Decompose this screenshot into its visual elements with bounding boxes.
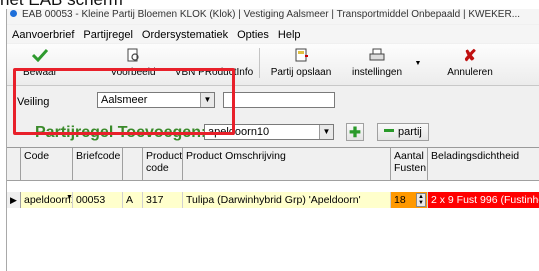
column-header[interactable]: Aantal Fusten <box>391 148 428 181</box>
spinner-icon[interactable]: ▲ ▼ <box>416 193 426 207</box>
veiling-filter-bar: Veiling Aalsmeer ▼ <box>7 87 539 119</box>
chevron-down-icon[interactable]: ▼ <box>319 125 333 139</box>
column-header[interactable]: Beladingsdichtheid <box>428 148 539 181</box>
checkmark-icon <box>15 47 65 67</box>
cell-aantal-fusten[interactable]: 18 ▲ ▼ <box>391 192 428 208</box>
column-header[interactable]: Briefcode <box>73 148 123 181</box>
cell-type[interactable]: A <box>123 192 143 208</box>
title-bar: EAB 00053 - Kleine Partij Bloemen KLOK (… <box>7 9 539 24</box>
caption-text: het EAB scherm <box>0 0 539 9</box>
menu-bar: Aanvoerbrief Partijregel Ordersystematiek O… <box>7 25 539 43</box>
cell-product-code[interactable]: 317 <box>143 192 183 208</box>
app-icon <box>10 10 17 17</box>
partij-opslaan-button[interactable]: Partij opslaan <box>263 44 339 86</box>
save-partij-icon <box>263 47 339 67</box>
cell-omschrijving[interactable]: Tulipa (Darwinhybrid Grp) 'Apeldoorn' <box>183 192 391 208</box>
veiling-select[interactable]: Aalsmeer ▼ <box>97 92 215 108</box>
window-title: EAB 00053 - Kleine Partij Bloemen KLOK (… <box>22 9 521 20</box>
toolbar-separator <box>259 48 260 78</box>
chevron-down-icon[interactable]: ▼ <box>200 93 214 107</box>
cell-briefcode[interactable]: 00053 <box>73 192 123 208</box>
chevron-down-icon: ▼ <box>414 60 422 67</box>
column-header[interactable] <box>123 148 143 181</box>
instellingen-dropdown-button[interactable]: ▼ <box>411 44 425 86</box>
voorbeeld-button[interactable]: Voorbeeld <box>105 44 161 86</box>
cell-beladingsdichtheid[interactable]: 2 x 9 Fust 996 (Fustinhoud: 10 <box>428 192 539 208</box>
partijregel-title: Partijregel Toevoegen: <box>35 124 207 141</box>
close-icon: ✘ <box>463 48 477 65</box>
plus-icon: ✚ <box>349 124 361 140</box>
partijregel-grid: Code Briefcode Product code Product Omsc… <box>7 147 539 271</box>
veiling-label: Veiling <box>17 96 50 108</box>
menu-aanvoerbrief[interactable]: Aanvoerbrief <box>7 25 78 42</box>
toolbar: Bewaar Voorbeeld VBN PRoductInfo Partij … <box>7 44 539 86</box>
app-window: EAB 00053 - Kleine Partij Bloemen KLOK (… <box>6 9 539 271</box>
menu-ordersystematiek[interactable]: Ordersystematiek <box>137 25 232 42</box>
veiling-extra-input[interactable] <box>223 92 335 108</box>
column-header[interactable]: Code <box>21 148 73 181</box>
column-header[interactable]: Product code <box>143 148 183 181</box>
bewaar-button[interactable]: Bewaar <box>15 44 65 86</box>
menu-help[interactable]: Help <box>273 25 305 42</box>
vbn-productinfo-button[interactable]: VBN PRoductInfo <box>173 44 255 86</box>
row-pointer-icon: ▶ <box>7 192 21 208</box>
chevron-down-icon[interactable]: ▼ <box>66 194 73 201</box>
print-preview-icon <box>105 47 161 67</box>
menu-partijregel[interactable]: Partijregel <box>78 25 137 42</box>
annuleren-button[interactable]: ✘ Annuleren <box>439 44 501 86</box>
minus-icon <box>384 129 394 132</box>
instellingen-button[interactable]: instellingen <box>347 44 407 86</box>
printer-icon <box>347 47 407 67</box>
add-partijregel-button[interactable]: ✚ <box>346 123 364 141</box>
partijregel-header: Partijregel Toevoegen: apeldoorn10 ▼ ✚ p… <box>7 120 539 146</box>
menu-opties[interactable]: Opties <box>232 25 273 42</box>
column-header[interactable]: Product Omschrijving <box>183 148 391 181</box>
partijregel-select[interactable]: apeldoorn10 ▼ <box>204 124 334 140</box>
row-header-corner <box>7 148 21 181</box>
remove-partij-button[interactable]: partij <box>377 123 429 141</box>
